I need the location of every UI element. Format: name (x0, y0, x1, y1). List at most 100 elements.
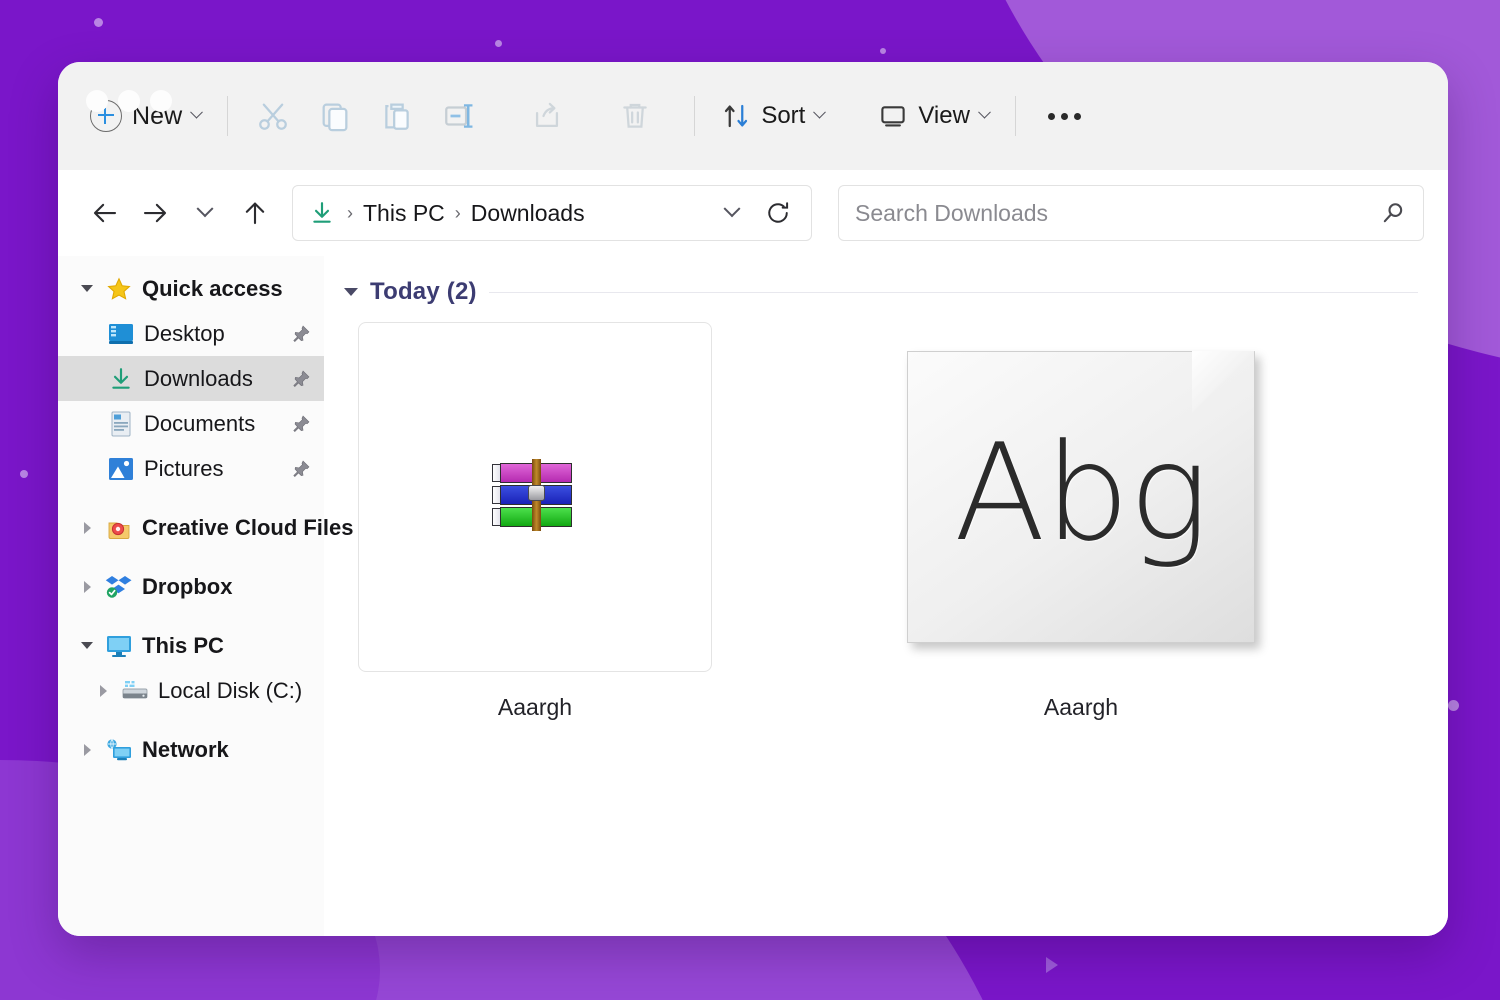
expand-caret-icon[interactable] (72, 744, 102, 756)
sidebar-spacer (58, 550, 324, 564)
sidebar-item-downloads[interactable]: Downloads (58, 356, 324, 401)
expand-caret-icon[interactable] (72, 642, 102, 649)
paste-button[interactable] (366, 88, 428, 144)
address-bar: › This PC › Downloads Search Downloads (58, 170, 1448, 256)
hard-drive-icon (118, 678, 152, 704)
page-fold-corner-icon (1192, 351, 1255, 413)
file-name-label: Aaargh (498, 694, 572, 721)
chevron-down-icon (978, 105, 991, 118)
sidebar-item-label: Dropbox (142, 574, 314, 600)
sidebar-item-quick-access[interactable]: Quick access (58, 266, 324, 311)
sort-button[interactable]: Sort (709, 93, 836, 139)
decorative-dot (495, 40, 502, 47)
ellipsis-icon[interactable] (1030, 88, 1099, 144)
font-file-icon: Abg (907, 351, 1255, 643)
creative-cloud-icon (102, 515, 136, 541)
toolbar-divider (227, 96, 228, 136)
sidebar-item-creative-cloud-files[interactable]: Creative Cloud Files (58, 505, 324, 550)
chevron-down-icon (724, 200, 741, 217)
pin-icon[interactable] (288, 459, 314, 479)
copy-button[interactable] (304, 88, 366, 144)
search-box[interactable]: Search Downloads (838, 185, 1424, 241)
breadcrumb-dropdown-button[interactable] (709, 190, 755, 236)
group-header-label: Today (2) (370, 278, 477, 306)
breadcrumb-item-this-pc[interactable]: This PC (363, 200, 445, 227)
toolbar: New (58, 62, 1448, 170)
decorative-dot (20, 470, 28, 478)
window-controls (86, 90, 172, 112)
file-item-archive[interactable]: Aaargh (358, 322, 712, 721)
sidebar-item-desktop[interactable]: Desktop (58, 311, 324, 356)
pictures-icon (104, 456, 138, 482)
sidebar-item-documents[interactable]: Documents (58, 401, 324, 446)
refresh-button[interactable] (755, 190, 801, 236)
pin-icon[interactable] (288, 324, 314, 344)
file-list-pane[interactable]: Today (2) (324, 256, 1448, 936)
sidebar-item-label: This PC (142, 633, 314, 659)
star-icon (102, 276, 136, 302)
sidebar-item-dropbox[interactable]: Dropbox (58, 564, 324, 609)
desktop-icon (104, 321, 138, 347)
toolbar-divider (694, 96, 695, 136)
maximize-button[interactable] (150, 90, 172, 112)
rename-button[interactable] (428, 88, 490, 144)
close-button[interactable] (86, 90, 108, 112)
file-item-font[interactable]: Abg Aaargh (904, 322, 1258, 721)
breadcrumb-separator: › (455, 203, 461, 224)
back-button[interactable] (82, 190, 128, 236)
forward-button[interactable] (132, 190, 178, 236)
view-button-label: View (918, 102, 970, 130)
toolbar-divider (1015, 96, 1016, 136)
decorative-triangle (1046, 957, 1058, 973)
group-header-today[interactable]: Today (2) (338, 278, 1418, 306)
breadcrumb-path: › This PC › Downloads (347, 200, 709, 227)
network-icon (102, 737, 136, 763)
sidebar-item-label: Network (142, 737, 314, 763)
sidebar-item-network[interactable]: Network (58, 727, 324, 772)
up-button[interactable] (232, 190, 278, 236)
chevron-down-icon (813, 105, 826, 118)
breadcrumb[interactable]: › This PC › Downloads (292, 185, 812, 241)
pin-icon[interactable] (288, 414, 314, 434)
sidebar-item-local-disk-c[interactable]: Local Disk (C:) (58, 668, 324, 713)
search-icon[interactable] (1379, 199, 1407, 227)
search-input[interactable]: Search Downloads (855, 200, 1379, 227)
delete-button[interactable] (604, 88, 666, 144)
sidebar-item-label: Pictures (144, 456, 288, 482)
sidebar-item-label: Desktop (144, 321, 288, 347)
sort-button-label: Sort (761, 102, 805, 130)
sidebar-item-label: Local Disk (C:) (158, 678, 314, 704)
documents-icon (104, 411, 138, 437)
collapse-caret-icon[interactable] (344, 288, 358, 296)
this-pc-icon (102, 633, 136, 659)
font-preview-text: Abg (954, 426, 1208, 560)
file-explorer-window: New (58, 62, 1448, 936)
file-thumbnail[interactable]: Abg (904, 322, 1258, 672)
expand-caret-icon[interactable] (72, 522, 102, 534)
sidebar-item-label: Quick access (142, 276, 314, 302)
recent-locations-button[interactable] (182, 190, 228, 236)
expand-caret-icon[interactable] (88, 685, 118, 697)
sidebar-spacer (58, 713, 324, 727)
expand-caret-icon[interactable] (72, 581, 102, 593)
sidebar-item-pictures[interactable]: Pictures (58, 446, 324, 491)
winrar-archive-icon (492, 459, 578, 535)
sidebar-spacer (58, 491, 324, 505)
sidebar-item-label: Creative Cloud Files (142, 515, 354, 541)
decorative-dot (1448, 700, 1459, 711)
minimize-button[interactable] (118, 90, 140, 112)
sidebar-item-this-pc[interactable]: This PC (58, 623, 324, 668)
share-button[interactable] (516, 88, 578, 144)
cut-button[interactable] (242, 88, 304, 144)
breadcrumb-item-downloads[interactable]: Downloads (471, 200, 585, 227)
downloads-arrow-icon (104, 366, 138, 392)
sidebar-item-label: Documents (144, 411, 288, 437)
expand-caret-icon[interactable] (72, 285, 102, 292)
view-button[interactable]: View (866, 93, 1001, 139)
navigation-pane: Quick access Desktop (58, 256, 324, 936)
file-grid: Aaargh Abg Aaargh (338, 322, 1418, 721)
group-header-rule (489, 292, 1418, 293)
pin-icon[interactable] (288, 369, 314, 389)
sidebar-item-label: Downloads (144, 366, 288, 392)
file-thumbnail[interactable] (358, 322, 712, 672)
